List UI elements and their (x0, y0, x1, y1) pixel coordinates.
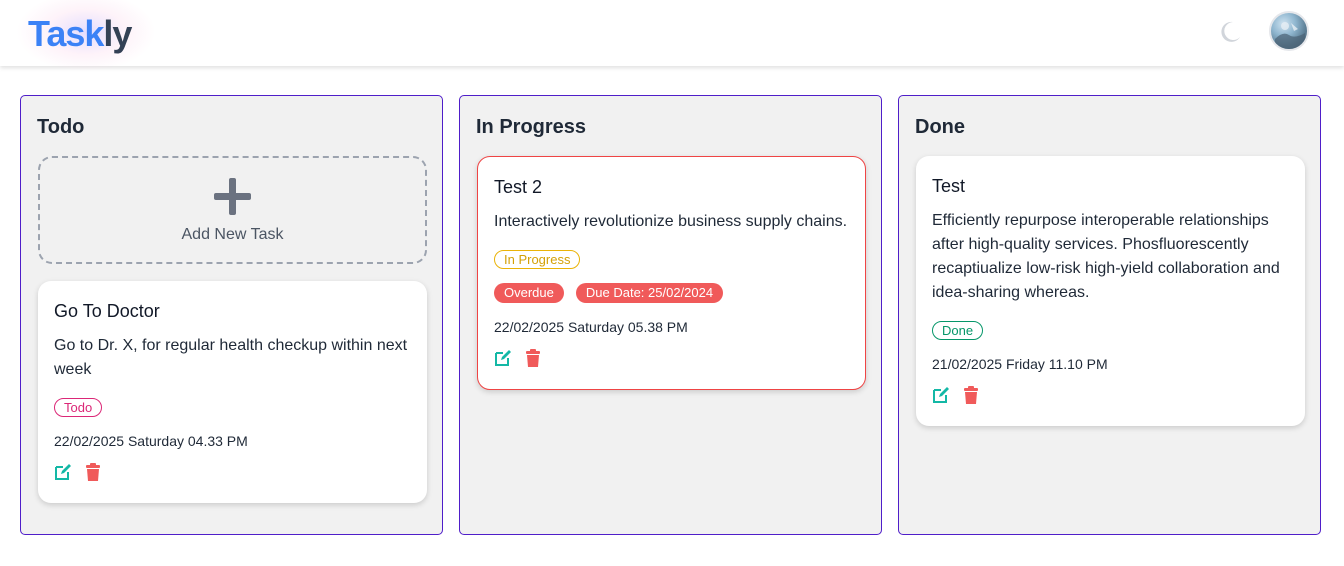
user-avatar[interactable] (1269, 11, 1309, 51)
theme-toggle-button[interactable] (1216, 18, 1244, 46)
column-title: Todo (37, 116, 85, 138)
column-todo: Todo Add New Task Go To Doctor Go to Dr.… (20, 95, 443, 535)
column-title: In Progress (476, 116, 587, 138)
avatar-image-icon (1275, 22, 1305, 49)
moon-icon (1221, 21, 1240, 42)
delete-icon[interactable] (962, 386, 980, 404)
status-badge: Todo (54, 398, 103, 417)
top-navbar: Taskly (0, 0, 1344, 72)
app-logo[interactable]: Taskly (28, 13, 132, 54)
task-card[interactable]: Go To Doctor Go to Dr. X, for regular he… (38, 281, 427, 503)
task-description: Go to Dr. X, for regular health checkup … (54, 337, 408, 378)
add-task-label: Add New Task (181, 226, 284, 243)
due-date-badge: Due Date: 25/02/2024 (575, 283, 724, 303)
task-description: Interactively revolutionize business sup… (494, 213, 848, 230)
edit-icon[interactable] (494, 349, 512, 367)
task-date: 22/02/2025 Saturday 05.38 PM (494, 319, 688, 335)
logo-part-task: Task (28, 13, 104, 54)
task-card[interactable]: Test 2 Interactively revolutionize busin… (477, 156, 866, 390)
overdue-row: Overdue Due Date: 25/02/2024 (494, 283, 849, 303)
task-title: Go To Doctor (54, 301, 160, 321)
task-date: 22/02/2025 Saturday 04.33 PM (54, 433, 248, 449)
overdue-badge: Overdue (494, 283, 564, 303)
edit-icon[interactable] (932, 386, 950, 404)
logo-part-ly: ly (103, 13, 132, 54)
status-badge: In Progress (494, 250, 581, 269)
task-date: 21/02/2025 Friday 11.10 PM (932, 356, 1108, 372)
add-new-task-button[interactable]: Add New Task (38, 156, 427, 264)
status-badge: Done (932, 321, 984, 340)
logo-area[interactable]: Taskly (10, 0, 160, 72)
task-actions (494, 349, 849, 369)
edit-icon[interactable] (54, 463, 72, 481)
task-description: Efficiently repurpose interoperable rela… (932, 212, 1280, 301)
task-actions (54, 463, 411, 483)
task-actions (932, 386, 1289, 406)
delete-icon[interactable] (524, 349, 542, 367)
column-done: Done Test Efficiently repurpose interope… (898, 95, 1321, 535)
plus-icon (214, 178, 252, 216)
delete-icon[interactable] (84, 463, 102, 481)
column-title: Done (915, 116, 965, 138)
column-in-progress: In Progress Test 2 Interactively revolut… (459, 95, 882, 535)
task-title: Test 2 (494, 177, 543, 197)
task-title: Test (932, 176, 966, 196)
task-card[interactable]: Test Efficiently repurpose interoperable… (916, 156, 1305, 426)
